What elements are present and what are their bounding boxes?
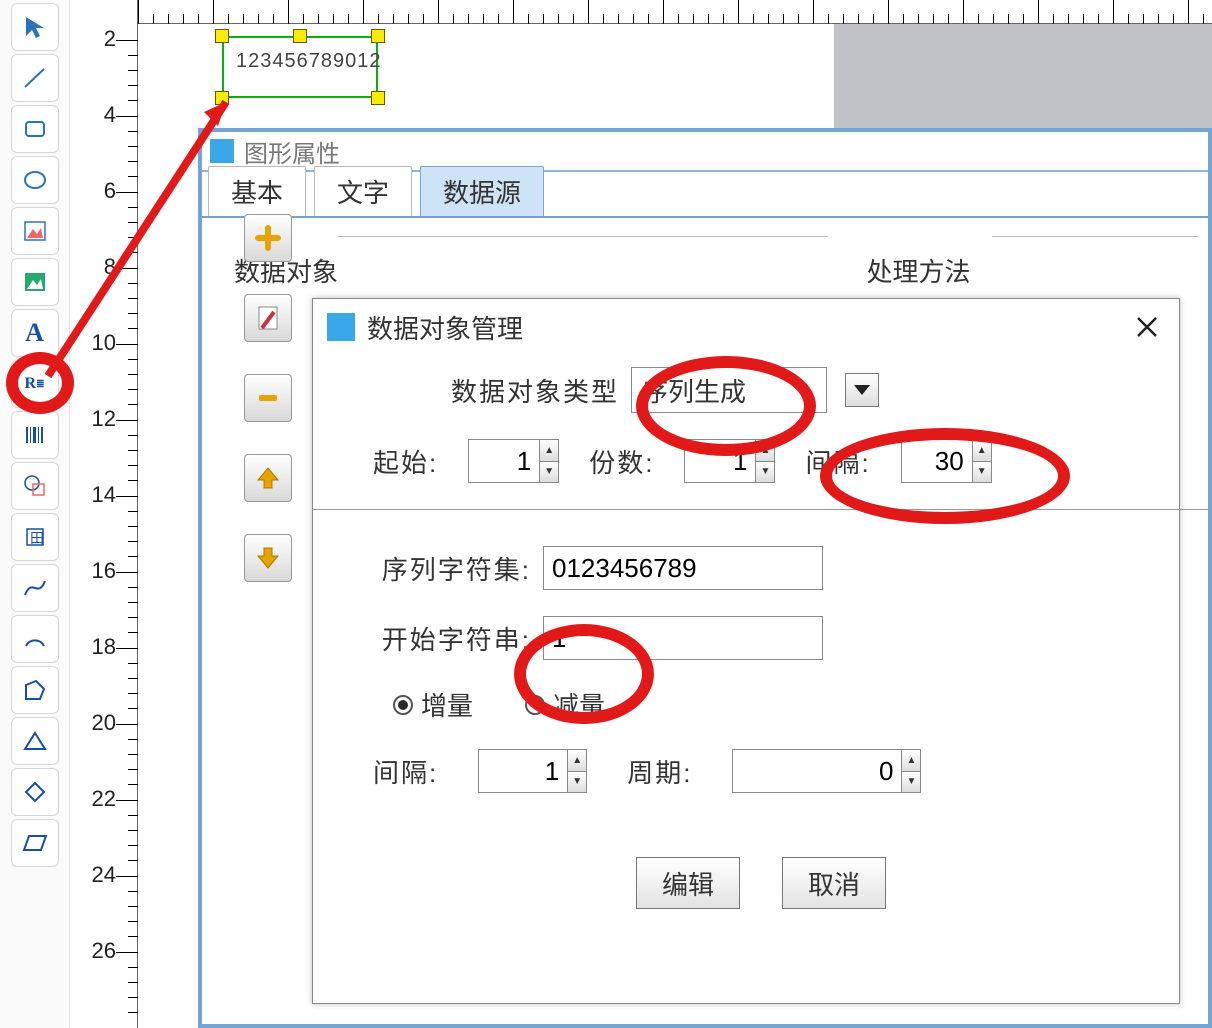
tool-polygon[interactable] [11,666,59,714]
start-spinner[interactable]: ▲▼ [539,439,559,483]
tool-stamp[interactable]: 田 [11,513,59,561]
dialog-icon [327,313,355,341]
start-label: 起始: [373,443,438,480]
interval2-input[interactable] [478,749,568,793]
tool-curve[interactable] [11,564,59,612]
charset-label: 序列字符集: [373,550,531,587]
close-icon [1135,315,1159,339]
tab-datasource[interactable]: 数据源 [420,166,544,216]
period-label: 周期: [627,753,692,790]
move-down-button[interactable] [244,534,292,582]
properties-title-text: 图形属性 [244,134,340,169]
remove-data-object-button[interactable] [244,374,292,422]
annotation-circle-type [636,356,816,456]
horizontal-ruler [138,0,1212,24]
dialog-buttons: 编辑 取消 [373,857,1149,909]
tab-text[interactable]: 文字 [314,166,412,216]
dialog-title-text: 数据对象管理 [367,309,523,346]
properties-body: 数据对象 处理方法 [202,218,1208,289]
period-spinner[interactable]: ▲▼ [901,749,921,793]
tool-combine[interactable] [11,462,59,510]
group-process-method-label: 处理方法 [866,257,970,287]
move-up-button[interactable] [244,454,292,502]
properties-tabs: 基本 文字 数据源 [202,172,1208,218]
increment-radio[interactable]: 增量 [393,686,473,723]
dialog-divider [313,509,1209,510]
annotation-circle-startstr [514,624,654,724]
start-input[interactable] [468,439,540,483]
interval2-spinner[interactable]: ▲▼ [567,749,587,793]
data-object-type-dropdown[interactable] [845,373,879,407]
cancel-button[interactable]: 取消 [782,857,886,909]
startstr-label: 开始字符串: [373,620,531,657]
selected-text-value: 123456789012 [236,50,381,73]
increment-radio-label: 增量 [421,686,473,723]
tool-diamond[interactable] [11,768,59,816]
copies-label: 份数: [589,443,654,480]
annotation-arrow [40,88,240,388]
tool-barcode[interactable] [11,411,59,459]
edit-data-object-button[interactable] [244,294,292,342]
tool-triangle[interactable] [11,717,59,765]
data-object-side-buttons [244,214,292,582]
svg-text:田: 田 [30,530,44,546]
data-object-type-label: 数据对象类型 [449,372,619,409]
selected-text-object[interactable]: 123456789012 [222,36,378,98]
interval2-label: 间隔: [373,753,438,790]
tool-pointer[interactable] [11,3,59,51]
annotation-circle-interval [820,428,1070,524]
add-data-object-button[interactable] [244,214,292,262]
charset-input[interactable] [543,546,823,590]
dialog-close-button[interactable] [1129,309,1165,345]
edit-button[interactable]: 编辑 [636,857,740,909]
tool-parallelogram[interactable] [11,819,59,867]
period-input[interactable] [732,749,902,793]
tool-arc[interactable] [11,615,59,663]
dialog-titlebar: 数据对象管理 [313,299,1179,355]
